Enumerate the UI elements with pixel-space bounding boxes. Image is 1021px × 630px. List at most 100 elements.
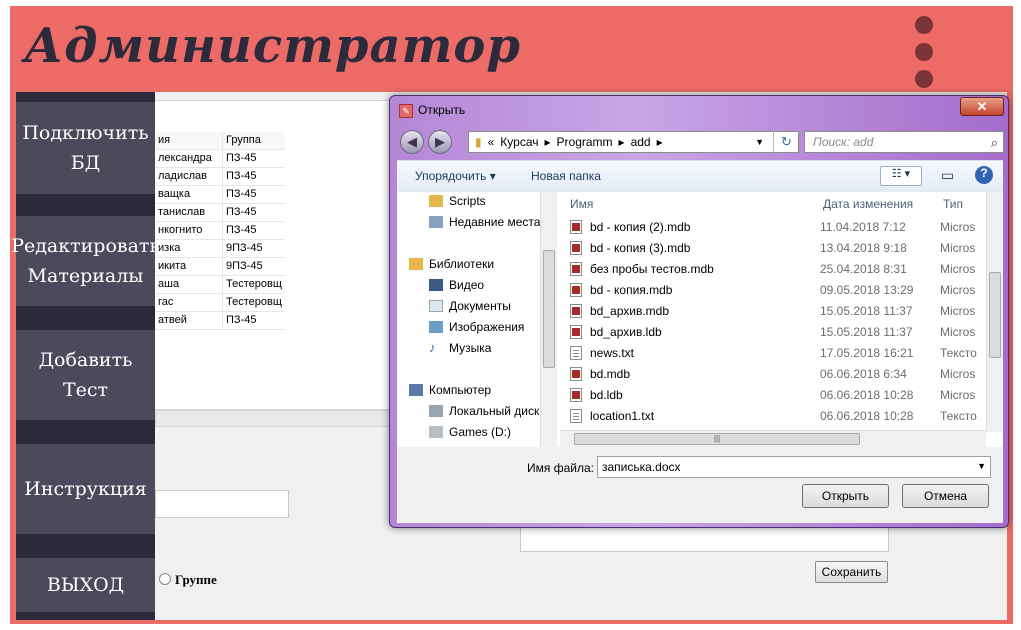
table-horizontal-scrollbar[interactable]	[155, 410, 395, 427]
table-row[interactable]: ващка ПЗ-45	[155, 186, 285, 204]
breadcrumb-separator[interactable]: ▸	[545, 135, 551, 149]
tree-item-libraries[interactable]: Библиотеки	[409, 257, 494, 271]
file-row[interactable]: без пробы тестов.mdb 25.04.2018 8:31 Micro…	[570, 258, 990, 279]
close-button[interactable]: ✕	[960, 97, 1004, 116]
file-row[interactable]: bd_архив.mdb 15.05.2018 11:37 Micros	[570, 300, 990, 321]
table-row[interactable]: икита 9ПЗ-45	[155, 258, 285, 276]
file-name: bd - копия (3).mdb	[590, 240, 691, 255]
file-name: bd - копия.mdb	[590, 282, 673, 297]
file-type: Micros	[940, 303, 976, 318]
scrollbar-thumb[interactable]	[543, 250, 555, 368]
view-options-icon[interactable]: ☷ ▾	[880, 166, 922, 186]
tree-item-documents[interactable]: Документы	[429, 299, 511, 313]
file-row[interactable]: bd.mdb 06.06.2018 6:34 Micros	[570, 363, 990, 384]
refresh-icon[interactable]: ↻	[773, 131, 799, 153]
file-row[interactable]: bd - копия (2).mdb 11.04.2018 7:12 Micros	[570, 216, 990, 237]
chevron-down-icon[interactable]: ▼	[755, 137, 764, 147]
file-row[interactable]: news.txt 17.05.2018 16:21 Тексто	[570, 342, 990, 363]
search-icon[interactable]: ⌕	[991, 135, 998, 151]
cell-name: атвей	[155, 312, 223, 329]
search-input[interactable]: Поиск: add ⌕	[804, 131, 1004, 153]
access-lock-file-icon	[570, 324, 582, 339]
breadcrumb-separator[interactable]: ▸	[657, 135, 663, 149]
column-header-group[interactable]: Группа	[223, 132, 285, 149]
exit-button[interactable]: ВЫХОД	[16, 558, 155, 612]
cell-name: ладислав	[155, 168, 223, 185]
tree-item-label: Локальный диск	[449, 404, 540, 418]
text-input[interactable]	[155, 490, 289, 518]
tree-item-scripts[interactable]: Scripts	[429, 194, 486, 208]
file-date: 15.05.2018 11:37	[820, 303, 913, 318]
tree-scrollbar[interactable]	[540, 192, 557, 447]
scrollbar-thumb[interactable]: |||	[574, 433, 860, 445]
file-list-vertical-scrollbar[interactable]	[986, 192, 1003, 432]
back-icon[interactable]: ◀	[400, 130, 424, 154]
table-row[interactable]: аша Тестеровщ	[155, 276, 285, 294]
filename-input[interactable]: записька.docx ▼	[597, 456, 991, 478]
save-button[interactable]: Сохранить	[815, 561, 888, 583]
table-row[interactable]: ладислав ПЗ-45	[155, 168, 285, 186]
cell-name: аша	[155, 276, 223, 293]
file-list-horizontal-scrollbar[interactable]: |||	[560, 430, 986, 447]
chevron-down-icon[interactable]: ▼	[977, 461, 986, 471]
folder-icon: ▮	[475, 135, 482, 149]
breadcrumb-overflow[interactable]: «	[488, 135, 495, 149]
tree-item-computer[interactable]: Компьютер	[409, 383, 491, 397]
column-header-date[interactable]: Дата изменения	[823, 192, 913, 216]
breadcrumb-separator[interactable]: ▸	[619, 135, 625, 149]
open-button[interactable]: Открыть	[802, 484, 889, 508]
column-header-name[interactable]: Имя	[570, 192, 593, 216]
tree-item-label: Документы	[449, 299, 511, 313]
new-folder-button[interactable]: Новая папка	[531, 169, 601, 183]
access-file-icon	[570, 240, 582, 255]
table-row[interactable]: атвей ПЗ-45	[155, 312, 285, 330]
tree-item-images[interactable]: Изображения	[429, 320, 524, 334]
breadcrumb-add[interactable]: add	[631, 135, 651, 149]
table-row[interactable]: танислав ПЗ-45	[155, 204, 285, 222]
tree-item-local-disk[interactable]: Локальный диск	[429, 404, 539, 418]
file-row[interactable]: bd - копия.mdb 09.05.2018 13:29 Micros	[570, 279, 990, 300]
tree-item-video[interactable]: Видео	[429, 278, 484, 292]
breadcrumb-kursach[interactable]: Курсач	[500, 135, 538, 149]
file-row[interactable]: bd - копия (3).mdb 13.04.2018 9:18 Micros	[570, 237, 990, 258]
cell-group: 9ПЗ-45	[226, 260, 263, 272]
edit-materials-button[interactable]: Редактировать Материалы	[11, 216, 160, 306]
file-row[interactable]: bd.ldb 06.06.2018 10:28 Micros	[570, 384, 990, 405]
more-menu-icon[interactable]	[915, 16, 933, 97]
organize-menu[interactable]: Упорядочить ▾	[415, 169, 496, 183]
tree-item-games[interactable]: Games (D:)	[429, 425, 511, 439]
connect-db-button[interactable]: Подключить БД	[16, 102, 155, 194]
cell-group: ПЗ-45	[226, 170, 257, 182]
open-file-dialog: ✎ Открыть ✕ ◀ ▶ ▮ « Курсач ▸ Programm ▸ …	[389, 95, 1009, 528]
cell-group: ПЗ-45	[226, 188, 257, 200]
tree-item-music[interactable]: ♪ Музыка	[429, 341, 491, 355]
table-row[interactable]: лександра ПЗ-45	[155, 150, 285, 168]
cell-group: ПЗ-45	[226, 152, 257, 164]
file-row[interactable]: bd_архив.ldb 15.05.2018 11:37 Micros	[570, 321, 990, 342]
cancel-button[interactable]: Отмена	[902, 484, 989, 508]
table-header: ия Группа	[155, 132, 285, 150]
table-row[interactable]: гас Тестеровщ	[155, 294, 285, 312]
scrollbar-thumb[interactable]	[989, 272, 1001, 358]
tree-item-recent[interactable]: Недавние места	[429, 215, 540, 229]
address-bar[interactable]: ▮ « Курсач ▸ Programm ▸ add ▸ ▼	[468, 131, 799, 153]
file-name: location1.txt	[590, 408, 655, 423]
table-row[interactable]: нкогнито ПЗ-45	[155, 222, 285, 240]
cell-name: танислав	[155, 204, 223, 221]
file-date: 11.04.2018 7:12	[820, 219, 906, 234]
instructions-button[interactable]: Инструкция	[16, 444, 155, 534]
dialog-body: Scripts Недавние места Библиотеки Видео …	[397, 192, 1003, 447]
recent-places-icon	[429, 216, 443, 228]
forward-icon[interactable]: ▶	[428, 130, 452, 154]
app-icon: ✎	[399, 104, 413, 118]
breadcrumb-programm[interactable]: Programm	[557, 135, 613, 149]
column-header-type[interactable]: Тип	[943, 192, 963, 216]
preview-pane-icon[interactable]: ▭	[941, 167, 954, 184]
column-header-name[interactable]: ия	[155, 132, 223, 149]
table-row[interactable]: изка 9ПЗ-45	[155, 240, 285, 258]
help-icon[interactable]: ?	[975, 166, 993, 184]
add-test-button[interactable]: Добавить Тест	[16, 330, 155, 420]
search-placeholder: Поиск: add	[813, 135, 874, 149]
file-row[interactable]: location1.txt 06.06.2018 10:28 Тексто	[570, 405, 990, 426]
group-radio[interactable]	[159, 573, 171, 585]
